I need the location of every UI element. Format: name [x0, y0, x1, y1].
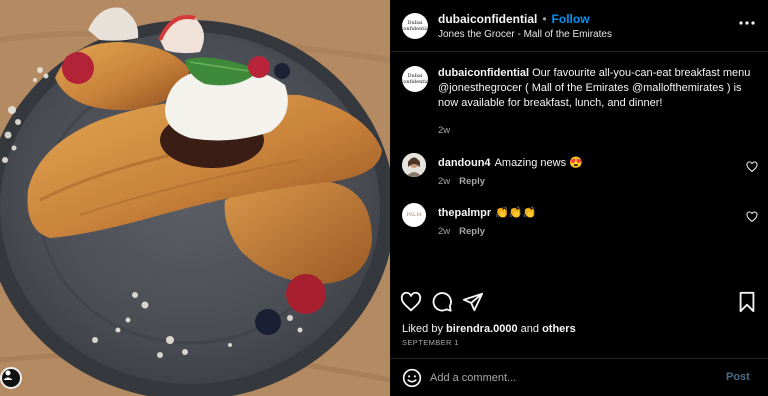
more-options-button[interactable] — [738, 14, 756, 34]
like-comment-heart-icon[interactable] — [746, 211, 758, 223]
comment-time: 2w — [438, 176, 451, 187]
comment-text: Amazing news 😍 — [494, 157, 583, 169]
post-actions — [390, 288, 768, 316]
commenter-photo-icon — [402, 153, 426, 177]
post-date: SEPTEMBER 1 — [402, 338, 459, 347]
caption-time: 2w — [438, 125, 451, 136]
commenter-avatar[interactable] — [402, 153, 426, 177]
post-comment-button[interactable]: Post — [726, 371, 750, 383]
caption-avatar-text: Dubai Confidential — [402, 73, 428, 85]
save-bookmark-icon[interactable] — [736, 291, 758, 313]
comment-meta: 2w Reply — [438, 176, 485, 187]
likes-middle: and — [520, 323, 540, 335]
commenter-avatar-text: PALM — [406, 212, 422, 218]
reply-button[interactable]: Reply — [459, 226, 485, 237]
post-details-panel: Dubai Confidential dubaiconfidential • Fol… — [390, 0, 768, 396]
post-photo — [0, 0, 390, 396]
separator-dot: • — [542, 12, 547, 26]
comment-line: thepalmpr 👏👏👏 — [438, 206, 536, 219]
likes-prefix: Liked by — [402, 323, 443, 335]
comment-text: 👏👏👏 — [495, 207, 537, 219]
likes-others[interactable]: others — [542, 323, 576, 335]
post-header: Dubai Confidential dubaiconfidential • Fol… — [390, 0, 768, 52]
share-paper-plane-icon[interactable] — [462, 291, 484, 313]
like-comment-heart-icon[interactable] — [746, 161, 758, 173]
author-avatar[interactable]: Dubai Confidential — [402, 13, 428, 39]
author-avatar-text: Dubai Confidential — [402, 20, 428, 32]
likes-summary: Liked by birendra.0000 and others — [402, 323, 576, 335]
caption-text-block: dubaiconfidential Our favourite all-you-… — [438, 66, 756, 111]
add-comment-bar: Post — [390, 358, 768, 396]
header-line: dubaiconfidential • Follow — [438, 12, 590, 26]
more-dots-icon — [739, 21, 755, 25]
comment-item: dandoun4 Amazing news 😍 2w Reply — [402, 153, 758, 201]
comment-username[interactable]: thepalmpr — [438, 207, 491, 219]
comment-time: 2w — [438, 226, 451, 237]
user-icon — [3, 370, 13, 380]
emoji-smiley-icon[interactable] — [402, 368, 422, 388]
caption-author-avatar[interactable]: Dubai Confidential — [402, 66, 428, 92]
reply-button[interactable]: Reply — [459, 176, 485, 187]
comment-meta: 2w Reply — [438, 226, 485, 237]
likes-user[interactable]: birendra.0000 — [446, 323, 518, 335]
add-comment-input[interactable] — [430, 368, 700, 388]
caption-username[interactable]: dubaiconfidential — [438, 67, 529, 79]
comment-item: PALM thepalmpr 👏👏👏 2w Reply — [402, 203, 758, 251]
like-heart-icon[interactable] — [400, 291, 422, 313]
french-toast-photo — [0, 0, 390, 396]
post-location[interactable]: Jones the Grocer - Mall of the Emirates — [438, 29, 612, 40]
comment-line: dandoun4 Amazing news 😍 — [438, 156, 583, 169]
commenter-avatar[interactable]: PALM — [402, 203, 426, 227]
follow-button[interactable]: Follow — [552, 12, 590, 26]
user-avatar-corner[interactable] — [0, 367, 22, 389]
author-username[interactable]: dubaiconfidential — [438, 12, 537, 26]
comment-username[interactable]: dandoun4 — [438, 157, 491, 169]
comment-bubble-icon[interactable] — [431, 291, 453, 313]
